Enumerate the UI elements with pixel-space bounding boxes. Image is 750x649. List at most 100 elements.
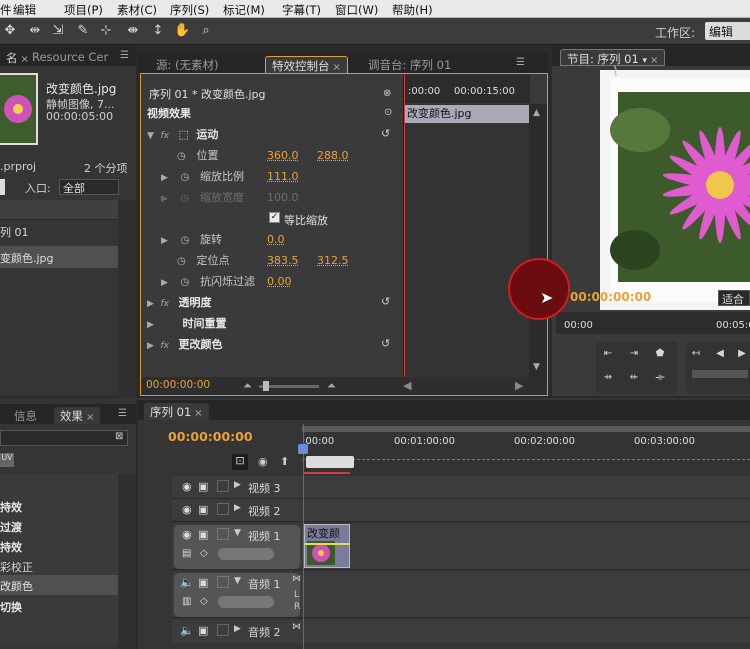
- keyframe-icon[interactable]: ◉: [258, 455, 268, 468]
- expand-triangle-icon[interactable]: ▶: [234, 480, 241, 490]
- project-scrollbar[interactable]: [118, 200, 136, 422]
- keyframe-nav[interactable]: [218, 548, 274, 560]
- waveform-icon[interactable]: ▥: [182, 596, 191, 607]
- goto-out-icon[interactable]: ⇷: [626, 370, 642, 386]
- stopwatch-icon[interactable]: ◷: [177, 146, 187, 167]
- playhead-handle[interactable]: [298, 444, 308, 454]
- reset-icon[interactable]: ↺: [381, 337, 390, 350]
- playhead-line[interactable]: [404, 74, 405, 377]
- sync-lock-icon[interactable]: [217, 480, 229, 492]
- uniform-scale-checkbox[interactable]: ✓: [269, 212, 280, 223]
- program-timecode[interactable]: 00:00:00:00: [570, 290, 651, 304]
- scroll-up-icon[interactable]: ▲: [533, 108, 540, 118]
- add-marker-icon[interactable]: ⬆: [280, 455, 289, 468]
- expand-triangle-icon[interactable]: ▶: [234, 624, 241, 634]
- toggle-timeline-icon[interactable]: ⊗: [383, 88, 391, 99]
- position-x-value[interactable]: 360.0: [267, 149, 299, 162]
- sync-lock-icon[interactable]: [217, 528, 229, 540]
- step-back-icon[interactable]: ◀: [712, 346, 728, 362]
- zoom-out-icon[interactable]: ⏶: [243, 379, 252, 393]
- effects-search-input[interactable]: ⊠: [0, 430, 128, 446]
- track-video2[interactable]: ◉ ▣ ▶ 视频 2: [172, 499, 750, 522]
- menu-file[interactable]: 件: [0, 2, 12, 18]
- scroll-down-icon[interactable]: ▼: [533, 362, 540, 372]
- menu-window[interactable]: 窗口(W): [335, 2, 378, 18]
- sync-lock-icon[interactable]: [217, 503, 229, 515]
- stopwatch-icon[interactable]: ◷: [177, 251, 187, 272]
- list-item[interactable]: 持效: [0, 539, 22, 555]
- fit-select[interactable]: 适合: [718, 290, 750, 306]
- stopwatch-icon[interactable]: ◷: [181, 167, 191, 188]
- set-in-icon[interactable]: ⇤: [600, 346, 616, 362]
- expand-triangle-icon[interactable]: ▶: [234, 503, 241, 513]
- collapse-triangle-icon[interactable]: ▼: [234, 528, 241, 538]
- timeline-timecode[interactable]: 00:00:00:00: [168, 429, 253, 444]
- opacity-row[interactable]: ▶ fx 透明度: [147, 292, 212, 313]
- scale-value[interactable]: 111.0: [267, 170, 299, 183]
- time-remap-row[interactable]: ▶ 时间重置: [147, 313, 227, 334]
- jog-shuttle[interactable]: [692, 370, 748, 378]
- motion-transform-icon[interactable]: ⬚: [179, 128, 189, 141]
- search-field[interactable]: [0, 179, 5, 195]
- collapse-triangle-icon[interactable]: ▼: [234, 576, 241, 586]
- clip-bar[interactable]: 改变颜色.jpg: [404, 105, 530, 123]
- track-video3[interactable]: ◉ ▣ ▶ 视频 3: [172, 476, 750, 499]
- tab-sequence[interactable]: 序列 01 ×: [144, 403, 209, 420]
- stopwatch-icon[interactable]: ◷: [181, 272, 191, 293]
- sync-lock-icon[interactable]: [217, 576, 229, 588]
- program-ruler[interactable]: 00:00 00:05:0: [556, 312, 750, 334]
- ripple-edit-icon[interactable]: ⇲: [50, 23, 66, 39]
- opacity-line[interactable]: [305, 543, 349, 545]
- lock-icon[interactable]: ▣: [198, 576, 208, 589]
- motion-row[interactable]: ▼ fx ⬚ 运动: [147, 124, 403, 145]
- entry-select[interactable]: 全部: [59, 179, 119, 195]
- timeline-clip[interactable]: 改变颜色: [304, 524, 350, 568]
- expand-triangle-icon[interactable]: ▶: [161, 273, 171, 294]
- sync-lock-icon[interactable]: [217, 624, 229, 636]
- pen-icon[interactable]: ⌕: [198, 23, 214, 39]
- tab-effect-controls[interactable]: 特效控制台 ×: [265, 56, 348, 73]
- display-style-icon[interactable]: ▤: [182, 548, 191, 559]
- scroll-up-icon[interactable]: ⊙: [384, 107, 392, 118]
- goto-in-icon[interactable]: ⇸: [600, 370, 616, 386]
- razor-icon[interactable]: ⇼: [125, 23, 141, 39]
- lock-icon[interactable]: ▣: [198, 624, 208, 637]
- change-color-row[interactable]: ▶ fx 更改颜色: [147, 334, 223, 355]
- effect-current-time[interactable]: 00:00:00:00: [146, 379, 210, 391]
- track-select-icon[interactable]: ⇹: [27, 23, 43, 39]
- lock-icon[interactable]: ▣: [198, 528, 208, 541]
- panel-menu-icon[interactable]: ☰: [516, 58, 530, 68]
- expand-triangle-icon[interactable]: ▶: [161, 231, 171, 252]
- list-item[interactable]: 持效: [0, 499, 22, 515]
- clear-search-icon[interactable]: ⊠: [115, 431, 123, 442]
- zoom-in-icon[interactable]: ⏶: [327, 379, 336, 393]
- timeline-playhead[interactable]: [303, 424, 304, 649]
- position-y-value[interactable]: 288.0: [317, 149, 349, 162]
- panel-menu-icon[interactable]: ☰: [118, 409, 132, 419]
- tab-effects[interactable]: 效果 ×: [54, 407, 101, 424]
- play-icon[interactable]: ▶: [734, 346, 750, 362]
- yuv-badge-icon[interactable]: UV: [0, 453, 14, 467]
- eye-icon[interactable]: ◉: [182, 503, 192, 516]
- effect-scrollbar[interactable]: ▲ ▼: [529, 104, 547, 377]
- keyframe-toggle-icon[interactable]: ◇: [200, 548, 208, 559]
- play-in-out-icon[interactable]: ⟛: [652, 370, 668, 386]
- list-item[interactable]: 列 01: [0, 224, 29, 240]
- list-item[interactable]: 切换: [0, 599, 22, 615]
- selection-tool-icon[interactable]: ✥: [2, 23, 18, 39]
- anchor-y-value[interactable]: 312.5: [317, 254, 349, 267]
- menu-help[interactable]: 帮助(H): [392, 2, 433, 18]
- list-item[interactable]: 彩校正: [0, 559, 33, 575]
- effect-time-ruler[interactable]: :00:00 00:00:15:00: [404, 74, 530, 102]
- track-audio2[interactable]: 🔈 ▣ ▶ 音频 2 ⋈: [172, 620, 750, 643]
- menu-sequence[interactable]: 序列(S): [170, 2, 209, 18]
- eye-icon[interactable]: ◉: [182, 480, 192, 493]
- tab-audio-mixer[interactable]: 调音台: 序列 01: [362, 56, 457, 73]
- menu-edit[interactable]: 编辑: [13, 2, 36, 18]
- expand-triangle-icon[interactable]: ▶: [161, 168, 171, 189]
- zoom-slider-handle[interactable]: [263, 381, 269, 391]
- scroll-right-icon[interactable]: ▶: [515, 379, 523, 392]
- keyframe-nav[interactable]: [218, 596, 274, 608]
- reset-icon[interactable]: ↺: [381, 127, 390, 140]
- rotation-value[interactable]: 0.0: [267, 233, 285, 246]
